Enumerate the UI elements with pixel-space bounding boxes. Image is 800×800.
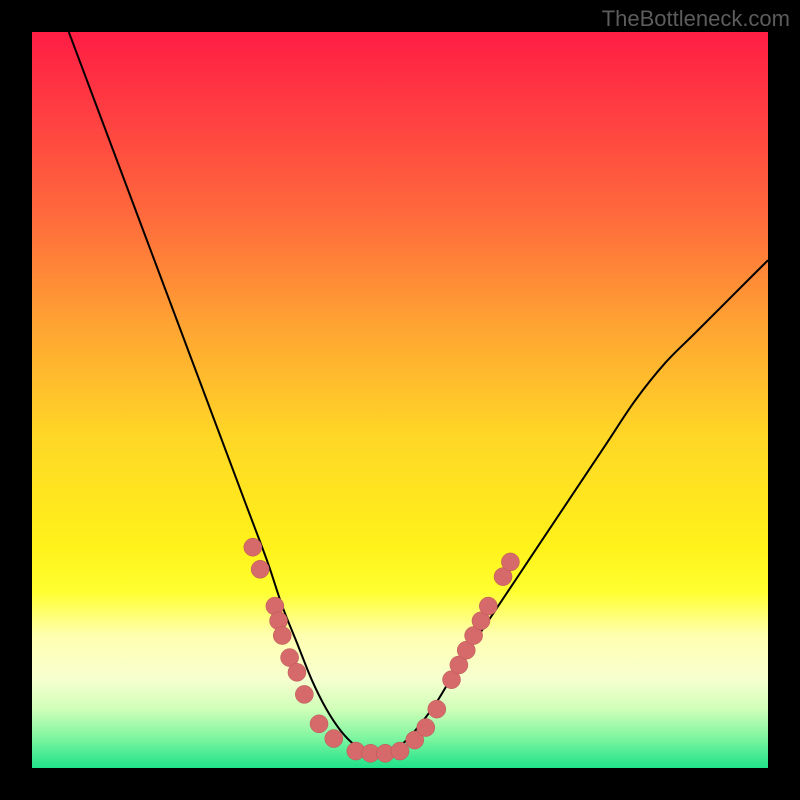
- data-dot: [417, 719, 435, 737]
- watermark-text: TheBottleneck.com: [602, 6, 790, 32]
- data-dot: [325, 730, 343, 748]
- chart-frame: TheBottleneck.com: [0, 0, 800, 800]
- data-dot: [501, 553, 519, 571]
- bottleneck-plot: [32, 32, 768, 768]
- data-dot: [310, 715, 328, 733]
- data-dot: [273, 627, 291, 645]
- data-dot: [391, 742, 409, 760]
- data-dot: [251, 560, 269, 578]
- data-dot: [479, 597, 497, 615]
- plot-background: [32, 32, 768, 768]
- data-dot: [428, 700, 446, 718]
- data-dot: [295, 685, 313, 703]
- data-dot: [244, 538, 262, 556]
- data-dot: [288, 663, 306, 681]
